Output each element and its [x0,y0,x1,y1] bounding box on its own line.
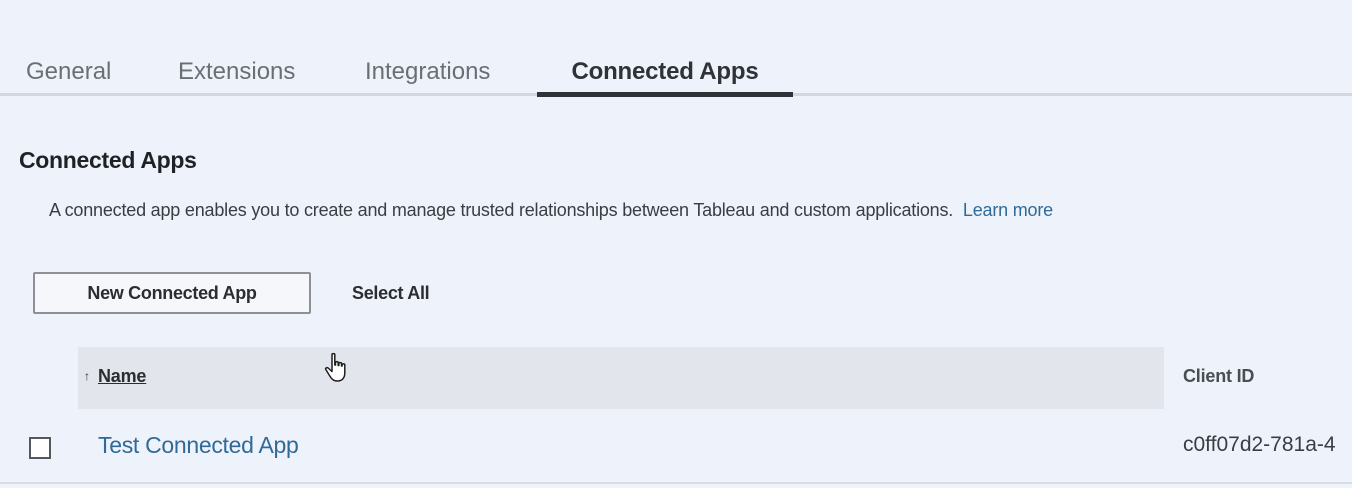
new-connected-app-button[interactable]: New Connected App [33,272,311,314]
select-all-button[interactable]: Select All [352,283,430,304]
column-header-client-id: Client ID [1183,366,1255,386]
hand-pointer-icon [324,352,346,382]
learn-more-link[interactable]: Learn more [963,200,1053,220]
app-name-link[interactable]: Test Connected App [98,432,299,459]
client-id-value: c0ff07d2-781a-4 [1183,433,1336,456]
table-row: Test Connected App c0ff07d2-781a-4 [0,410,1352,484]
sort-ascending-icon[interactable]: ↑ [84,369,90,383]
tab-bar: General Extensions Integrations Connecte… [0,0,1352,97]
description-text: A connected app enables you to create an… [49,200,954,220]
column-header-name[interactable]: Name [98,366,146,387]
section-title: Connected Apps [19,147,197,173]
tab-integrations[interactable]: Integrations [365,56,490,94]
row-checkbox[interactable] [29,437,51,459]
tab-extensions[interactable]: Extensions [178,56,295,94]
table-header [78,347,1164,409]
tab-general[interactable]: General [26,56,111,94]
section-description: A connected app enables you to create an… [49,200,1053,221]
tab-connected-apps[interactable]: Connected Apps [537,56,793,97]
